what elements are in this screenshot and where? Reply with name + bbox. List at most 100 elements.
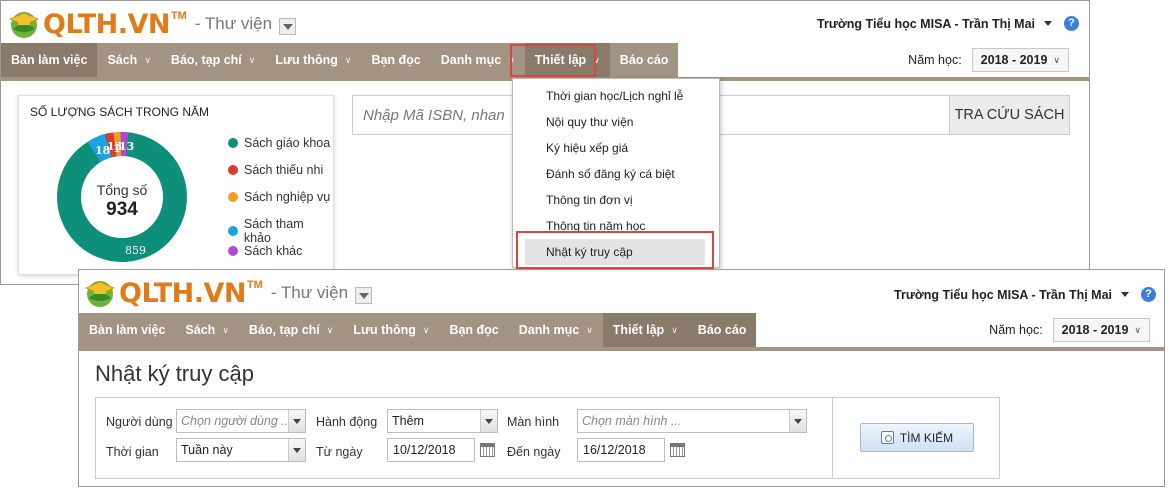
nav-item-desk[interactable]: Bàn làm việc	[1, 43, 98, 77]
module-dropdown-icon[interactable]	[279, 17, 297, 35]
module-title: - Thư viện	[270, 283, 349, 302]
highlight-settings-tab	[510, 44, 596, 77]
nav-label: Bạn đọc	[449, 323, 499, 337]
user-menu[interactable]: Trường Tiểu học MISA - Trần Thị Mai ?	[894, 287, 1156, 302]
chevron-down-icon: ∨	[1053, 54, 1060, 65]
chevron-down-icon[interactable]	[288, 410, 305, 432]
menu-item-schedule[interactable]: Thời gian học/Lịch nghỉ lễ	[513, 83, 719, 109]
year-value: 2018 - 2019	[980, 53, 1048, 67]
donut-total-value: 934	[106, 199, 138, 220]
trademark: TM	[170, 10, 187, 22]
main-nav: Bàn làm việc Sách ∨ Báo, tạp chí ∨ Lưu thô…	[79, 313, 1164, 351]
user-label: Người dùng	[106, 415, 173, 429]
nav-item-magazines[interactable]: Báo, tạp chí ∨	[161, 43, 265, 77]
nav-item-circulation[interactable]: Lưu thông ∨	[265, 43, 361, 77]
school-year: Năm học: 2018 - 2019 ∨	[908, 48, 1069, 72]
nav-item-reports[interactable]: Báo cáo	[610, 43, 679, 77]
nav-label: Thiết lập	[612, 323, 665, 337]
caret-down-icon[interactable]	[1121, 292, 1129, 297]
to-date-label: Đến ngày	[507, 445, 561, 459]
legend-label: Sách giáo khoa	[244, 136, 331, 150]
filter-panel: Người dùng Chọn người dùng ... Hành động…	[95, 397, 1000, 479]
nav-item-books[interactable]: Sách ∨	[97, 43, 160, 77]
chevron-down-icon[interactable]	[789, 410, 806, 432]
help-icon[interactable]: ?	[1141, 287, 1156, 302]
panel-title: SỐ LƯỢNG SÁCH TRONG NĂM	[30, 105, 210, 119]
chevron-down-icon[interactable]	[288, 439, 305, 461]
logo-text: QLTH.VN	[119, 277, 246, 309]
nav-item-readers[interactable]: Bạn đọc	[361, 43, 430, 77]
nav-underline	[79, 347, 1164, 351]
year-value: 2018 - 2019	[1061, 323, 1129, 337]
nav-item-circulation[interactable]: Lưu thông ∨	[343, 313, 439, 347]
legend-label: Sách khác	[244, 244, 303, 258]
chevron-down-icon: ∨	[326, 324, 334, 335]
chevron-down-icon: ∨	[1134, 324, 1141, 335]
action-select-value: Thêm	[392, 414, 424, 428]
nav-item-books[interactable]: Sách ∨	[175, 313, 238, 347]
module-title: - Thư viện	[194, 14, 273, 33]
menu-item-unit-info[interactable]: Thông tin đơn vị	[513, 187, 719, 213]
to-date-field[interactable]: 16/12/2018	[577, 438, 685, 462]
school-year: Năm học: 2018 - 2019 ∨	[989, 318, 1150, 342]
user-name: Trường Tiểu học MISA - Trần Thị Mai	[894, 287, 1112, 302]
time-select-value: Tuần này	[181, 443, 233, 457]
legend-dot	[228, 165, 238, 175]
highlight-access-log-item	[516, 231, 714, 269]
from-date-label: Từ ngày	[316, 445, 363, 459]
book-stats-panel: SỐ LƯỢNG SÁCH TRONG NĂM 1 18 13 13 859 T…	[18, 95, 334, 275]
chevron-down-icon: ∨	[671, 324, 678, 335]
nav-item-readers[interactable]: Bạn đọc	[439, 313, 508, 347]
screen-label: Màn hình	[507, 415, 560, 429]
screen-select-placeholder: Chọn màn hình ...	[582, 414, 682, 428]
nav-item-reports[interactable]: Báo cáo	[687, 313, 757, 347]
logo-text: QLTH.VN	[43, 8, 170, 40]
calendar-icon[interactable]	[670, 443, 685, 457]
chevron-down-icon: ∨	[422, 324, 430, 335]
menu-item-shelf-codes[interactable]: Ký hiệu xếp giá	[513, 135, 719, 161]
nav-label: Sách	[107, 53, 138, 67]
chevron-down-icon[interactable]	[480, 410, 497, 432]
nav-label: Bàn làm việc	[89, 323, 166, 337]
nav-label: Sách	[185, 323, 216, 337]
to-date-value[interactable]: 16/12/2018	[577, 438, 665, 462]
legend-dot	[228, 138, 238, 148]
from-date-field[interactable]: 10/12/2018	[387, 438, 495, 462]
year-label: Năm học:	[989, 323, 1043, 337]
donut-total-label: Tổng số	[96, 182, 148, 198]
year-select[interactable]: 2018 - 2019 ∨	[971, 48, 1069, 72]
nav-item-catalog[interactable]: Danh mục ∨	[509, 313, 603, 347]
legend-professional: Sách nghiệp vụ	[228, 190, 330, 204]
menu-item-registration-numbers[interactable]: Đánh số đăng ký cá biệt	[513, 161, 719, 187]
nav-strip: Bàn làm việc Sách ∨ Báo, tạp chí ∨ Lưu thô…	[79, 313, 757, 347]
nav-item-settings[interactable]: Thiết lập ∨	[602, 313, 688, 347]
caret-down-icon[interactable]	[1044, 21, 1052, 26]
lookup-books-button[interactable]: TRA CỨU SÁCH	[949, 96, 1069, 134]
nav-label: Báo, tạp chí	[170, 53, 242, 67]
calendar-icon[interactable]	[480, 443, 495, 457]
action-select[interactable]: Thêm	[387, 409, 498, 433]
year-select[interactable]: 2018 - 2019 ∨	[1052, 318, 1150, 342]
menu-item-rules[interactable]: Nội quy thư viện	[513, 109, 719, 135]
chevron-down-icon: ∨	[344, 54, 352, 65]
nav-item-desk[interactable]: Bàn làm việc	[79, 313, 175, 347]
user-select[interactable]: Chọn người dùng ...	[176, 409, 306, 433]
help-icon[interactable]: ?	[1064, 16, 1079, 31]
module-dropdown-icon[interactable]	[355, 286, 373, 304]
search-button-label: TÌM KIẾM	[899, 430, 954, 445]
legend-label: Sách nghiệp vụ	[244, 190, 331, 204]
screen-select[interactable]: Chọn màn hình ...	[577, 409, 807, 433]
nav-label: Danh mục	[440, 53, 502, 67]
search-button[interactable]: TÌM KIẾM	[860, 423, 974, 452]
user-menu[interactable]: Trường Tiểu học MISA - Trần Thị Mai ?	[817, 16, 1079, 31]
app-logo[interactable]: QLTH.VN TM - Thư viện	[7, 8, 297, 40]
from-date-value[interactable]: 10/12/2018	[387, 438, 475, 462]
app-logo[interactable]: QLTH.VN TM - Thư viện	[83, 277, 373, 309]
nav-label: Báo cáo	[619, 53, 669, 67]
legend-label: Sách thiếu nhi	[244, 163, 324, 177]
chevron-down-icon: ∨	[586, 324, 593, 335]
nav-label: Báo, tạp chí	[248, 323, 320, 337]
time-select[interactable]: Tuần này	[176, 438, 306, 462]
nav-item-magazines[interactable]: Báo, tạp chí ∨	[239, 313, 343, 347]
access-log-window: QLTH.VN TM - Thư viện Trường Tiểu học MI…	[78, 269, 1165, 487]
